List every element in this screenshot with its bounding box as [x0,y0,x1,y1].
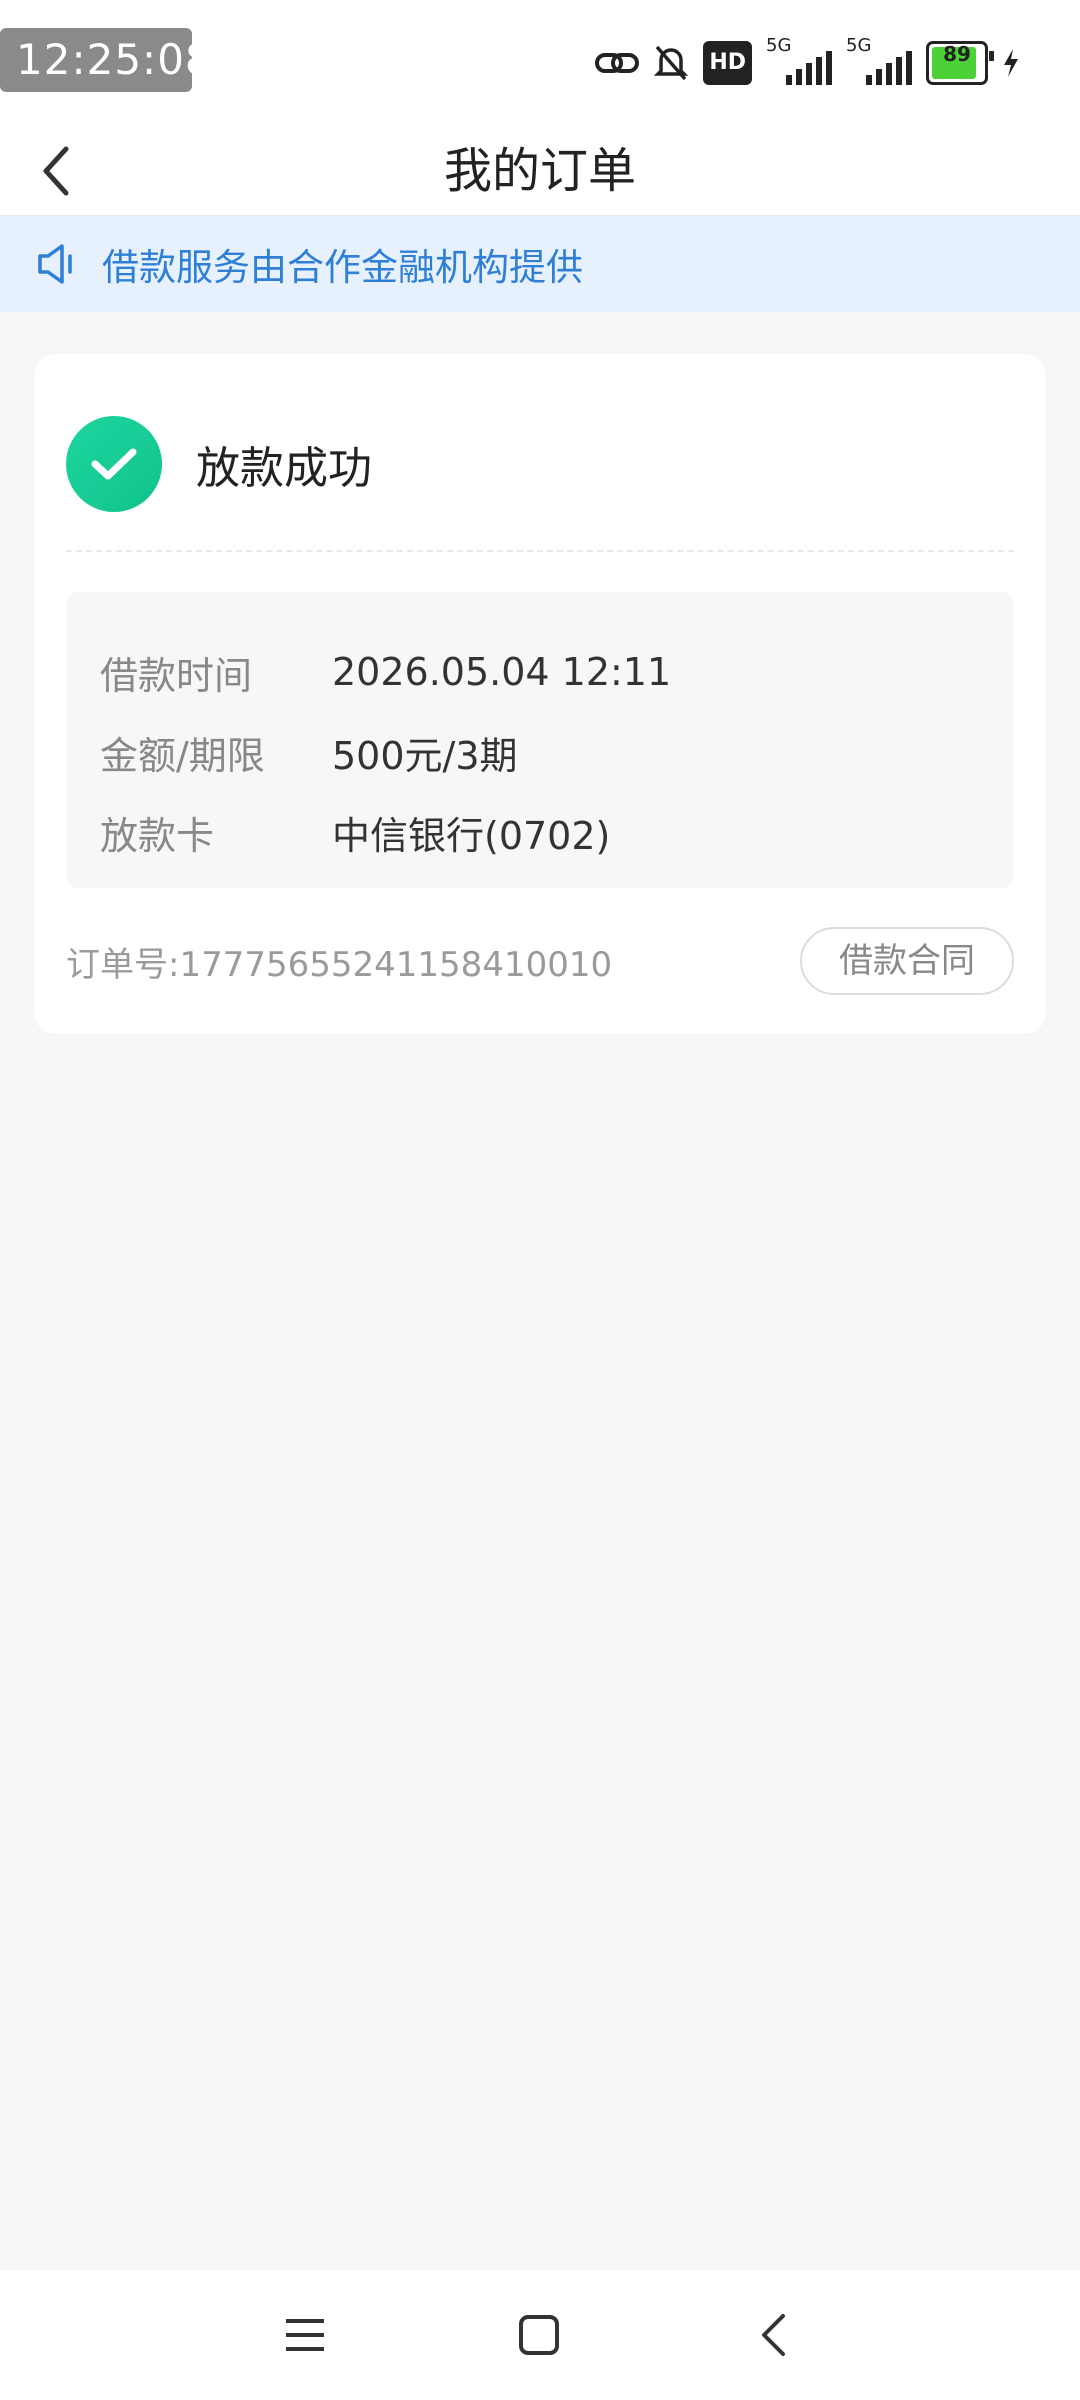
menu-button[interactable] [270,2300,340,2370]
signal-icon-2: 5G [846,35,912,85]
detail-value: 500元/3期 [332,733,518,778]
status-label: 放款成功 [196,443,372,494]
loan-contract-button[interactable]: 借款合同 [800,927,1014,995]
detail-value: 2026.05.04 12:11 [332,650,672,694]
order-number-value: 17775655241158410010 [179,944,613,985]
back-triangle-icon [762,2314,785,2356]
home-square-icon [519,2315,559,2355]
battery-icon: 89 [926,41,994,85]
order-details: 借款时间 2026.05.04 12:11 金额/期限 500元/3期 放款卡 … [66,592,1014,888]
detail-row-card: 放款卡 中信银行(0702) [100,792,1014,872]
order-card[interactable]: 放款成功 借款时间 2026.05.04 12:11 金额/期限 500元/3期… [34,354,1046,1034]
menu-icon [286,2319,324,2351]
signal-icon: 5G [766,35,832,85]
home-button[interactable] [504,2300,574,2370]
status-time: 12:25:08 [0,28,212,92]
detail-label: 借款时间 [100,653,253,698]
order-number: 订单号:17775655241158410010 [66,937,612,986]
detail-row-amount-term: 金额/期限 500元/3期 [100,712,1014,792]
charging-icon [1002,41,1020,85]
order-status: 放款成功 [66,416,372,512]
hd-badge: HD [703,41,752,85]
status-bar: 12:25:08 HD 5G 5G 89 [0,0,1080,126]
page-title: 我的订单 [443,143,636,199]
success-check-icon [66,416,162,512]
speaker-icon [38,244,72,284]
detail-row-loan-time: 借款时间 2026.05.04 12:11 [100,632,1014,712]
notice-text: 借款服务由合作金融机构提供 [102,246,583,289]
detail-label: 金额/期限 [100,733,265,778]
system-back-button[interactable] [738,2300,808,2370]
order-footer: 订单号:17775655241158410010 借款合同 [66,926,1014,996]
detail-label: 放款卡 [100,813,215,858]
detail-value: 中信银行(0702) [332,813,611,858]
status-icons: HD 5G 5G 89 [595,35,1020,88]
link-icon [595,41,640,85]
system-nav-bar [0,2270,1080,2400]
notice-bar: 借款服务由合作金融机构提供 [0,216,1080,312]
bell-muted-icon [653,41,689,85]
order-number-label: 订单号: [66,944,180,985]
divider [66,550,1014,552]
app-header: 我的订单 [0,126,1080,216]
